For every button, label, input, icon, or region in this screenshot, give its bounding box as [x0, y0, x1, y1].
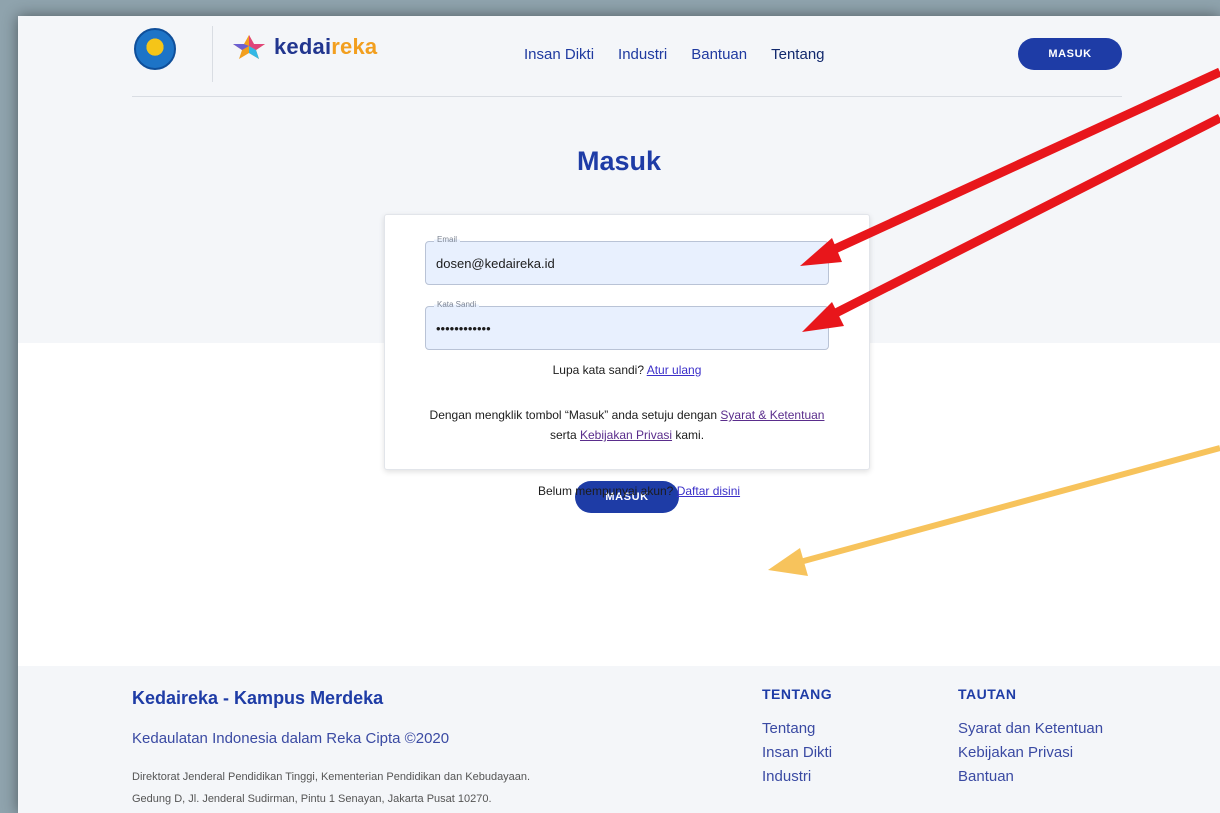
- kedaireka-star-icon: [232, 34, 266, 60]
- terms-link[interactable]: Syarat & Ketentuan: [720, 408, 824, 422]
- footer-link-insan-dikti[interactable]: Insan Dikti: [762, 744, 832, 761]
- footer-link-tentang[interactable]: Tentang: [762, 720, 832, 737]
- footer-tentang-column: TENTANG Tentang Insan Dikti Industri: [762, 686, 832, 792]
- footer-tagline: Kedaulatan Indonesia dalam Reka Cipta ©2…: [132, 730, 450, 747]
- footer-tautan-column: TAUTAN Syarat dan Ketentuan Kebijakan Pr…: [958, 686, 1103, 792]
- privacy-link[interactable]: Kebijakan Privasi: [580, 428, 672, 442]
- footer-tentang-heading: TENTANG: [762, 686, 833, 702]
- footer-link-bantuan[interactable]: Bantuan: [958, 768, 1103, 785]
- email-label: Email: [434, 235, 461, 244]
- site-footer: Kedaireka - Kampus Merdeka Kedaulatan In…: [18, 666, 1220, 813]
- browser-viewport: kedaireka Insan Dikti Industri Bantuan T…: [18, 16, 1220, 813]
- footer-address: Direktorat Jenderal Pendidikan Tinggi, K…: [132, 771, 531, 805]
- signup-link[interactable]: Daftar disini: [677, 484, 740, 498]
- site-header: kedaireka Insan Dikti Industri Bantuan T…: [132, 16, 1122, 97]
- kedaireka-logo[interactable]: kedaireka: [232, 34, 377, 60]
- signup-text: Belum mempunyai akun? Daftar disini: [537, 484, 741, 498]
- terms-text: Dengan mengklik tombol “Masuk” anda setu…: [429, 408, 825, 442]
- email-input[interactable]: [436, 256, 816, 271]
- nav-tentang[interactable]: Tentang: [771, 46, 824, 63]
- nav-bantuan[interactable]: Bantuan: [691, 46, 747, 63]
- password-label: Kata Sandi: [434, 300, 480, 309]
- nav-industri[interactable]: Industri: [618, 46, 667, 63]
- footer-tautan-heading: TAUTAN: [958, 686, 1017, 702]
- email-field[interactable]: Email: [425, 235, 829, 285]
- logo-divider: [212, 26, 213, 82]
- password-input[interactable]: [436, 321, 816, 336]
- tut-wuri-handayani-logo-icon[interactable]: [134, 28, 176, 70]
- footer-link-syarat[interactable]: Syarat dan Ketentuan: [958, 720, 1103, 737]
- reset-password-link[interactable]: Atur ulang: [647, 363, 702, 377]
- forgot-password-text: Lupa kata sandi? Atur ulang: [552, 363, 702, 377]
- login-card: Email Kata Sandi Lupa kata sandi? Atur u…: [384, 214, 870, 513]
- page-title: Masuk: [576, 146, 662, 176]
- main-nav: Insan Dikti Industri Bantuan Tentang: [524, 46, 849, 63]
- header-login-button[interactable]: MASUK: [1018, 38, 1122, 70]
- footer-link-industri[interactable]: Industri: [762, 768, 832, 785]
- password-field[interactable]: Kata Sandi: [425, 300, 829, 350]
- nav-insan-dikti[interactable]: Insan Dikti: [524, 46, 594, 63]
- footer-link-privasi[interactable]: Kebijakan Privasi: [958, 744, 1103, 761]
- brand-name: kedaireka: [274, 34, 378, 59]
- footer-title: Kedaireka - Kampus Merdeka: [132, 688, 384, 708]
